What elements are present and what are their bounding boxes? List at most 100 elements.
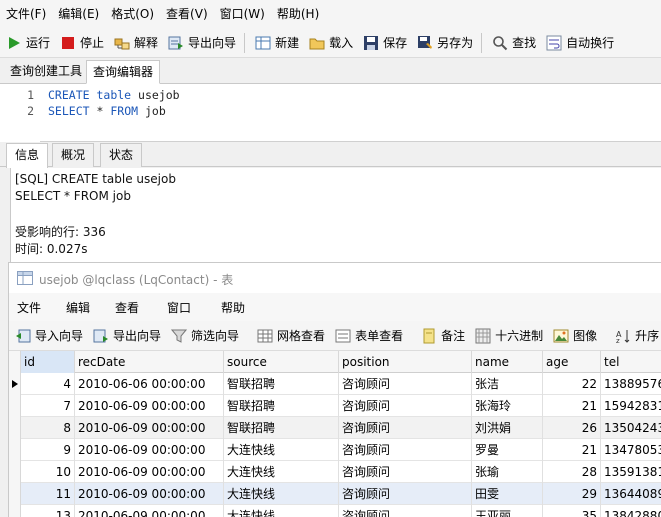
cell-id[interactable]: 10 bbox=[21, 461, 75, 483]
cell-source[interactable]: 智联招聘 bbox=[224, 417, 339, 439]
menu-window[interactable]: 窗口(W) bbox=[214, 0, 271, 28]
cell-tel[interactable]: 13889576 bbox=[601, 373, 661, 395]
column-header-id[interactable]: id bbox=[21, 351, 75, 373]
menu-help[interactable]: 帮助(H) bbox=[271, 0, 325, 28]
column-header-age[interactable]: age bbox=[543, 351, 601, 373]
cell-source[interactable]: 智联招聘 bbox=[224, 395, 339, 417]
column-header-name[interactable]: name bbox=[472, 351, 543, 373]
row-selector[interactable] bbox=[9, 439, 21, 461]
save-button[interactable]: 保存 bbox=[357, 31, 411, 55]
cell-source[interactable]: 大连快线 bbox=[224, 439, 339, 461]
sort-asc-button[interactable]: Az 升序 bbox=[609, 324, 661, 348]
cell-source[interactable]: 大连快线 bbox=[224, 505, 339, 517]
table-row[interactable]: 7 2010-06-09 00:00:00 智联招聘 咨询顾问 张海玲 21 1… bbox=[9, 395, 661, 417]
cell-name[interactable]: 王亚丽 bbox=[472, 505, 543, 517]
data-grid[interactable]: id recDate source position name age tel … bbox=[9, 351, 661, 517]
cell-id[interactable]: 9 bbox=[21, 439, 75, 461]
image-button[interactable]: 图像 bbox=[547, 324, 601, 348]
table-menu-help[interactable]: 帮助 bbox=[221, 299, 245, 316]
memo-button[interactable]: 备注 bbox=[415, 324, 469, 348]
cell-recdate[interactable]: 2010-06-09 00:00:00 bbox=[75, 395, 224, 417]
new-button[interactable]: 新建 bbox=[249, 31, 303, 55]
tab-overview[interactable]: 概况 bbox=[52, 143, 95, 167]
row-selector[interactable] bbox=[9, 373, 21, 395]
cell-source[interactable]: 智联招聘 bbox=[224, 373, 339, 395]
cell-name[interactable]: 田雯 bbox=[472, 483, 543, 505]
cell-age[interactable]: 35 bbox=[543, 505, 601, 517]
column-header-recdate[interactable]: recDate bbox=[75, 351, 224, 373]
tab-query-editor[interactable]: 查询编辑器 bbox=[86, 60, 161, 84]
tab-status[interactable]: 状态 bbox=[100, 143, 143, 167]
cell-id[interactable]: 11 bbox=[21, 483, 75, 505]
import-wizard-button[interactable]: 导入向导 bbox=[9, 324, 87, 348]
menu-file[interactable]: 文件(F) bbox=[0, 0, 52, 28]
row-selector[interactable] bbox=[9, 483, 21, 505]
table-menu-edit[interactable]: 编辑 bbox=[66, 299, 90, 316]
cell-age[interactable]: 21 bbox=[543, 439, 601, 461]
cell-tel[interactable]: 15942831 bbox=[601, 395, 661, 417]
word-wrap-button[interactable]: 自动换行 bbox=[540, 31, 618, 55]
tab-info[interactable]: 信息 bbox=[6, 143, 49, 168]
cell-tel[interactable]: 13478053 bbox=[601, 439, 661, 461]
cell-id[interactable]: 8 bbox=[21, 417, 75, 439]
cell-name[interactable]: 罗曼 bbox=[472, 439, 543, 461]
hex-button[interactable]: 十六进制 bbox=[469, 324, 547, 348]
cell-name[interactable]: 张海玲 bbox=[472, 395, 543, 417]
cell-tel[interactable]: 13842880 bbox=[601, 505, 661, 517]
cell-recdate[interactable]: 2010-06-09 00:00:00 bbox=[75, 483, 224, 505]
table-menu-file[interactable]: 文件 bbox=[17, 299, 41, 316]
filter-wizard-button[interactable]: 筛选向导 bbox=[165, 324, 243, 348]
explain-button[interactable]: 解释 bbox=[108, 31, 162, 55]
column-header-position[interactable]: position bbox=[339, 351, 472, 373]
table-row[interactable]: 13 2010-06-09 00:00:00 大连快线 咨询顾问 王亚丽 35 … bbox=[9, 505, 661, 517]
table-row[interactable]: 9 2010-06-09 00:00:00 大连快线 咨询顾问 罗曼 21 13… bbox=[9, 439, 661, 461]
grid-view-button[interactable]: 网格查看 bbox=[251, 324, 329, 348]
cell-tel[interactable]: 13644089 bbox=[601, 483, 661, 505]
sql-editor[interactable]: 1 2 CREATE table usejob SELECT * FROM jo… bbox=[0, 84, 661, 142]
cell-recdate[interactable]: 2010-06-06 00:00:00 bbox=[75, 373, 224, 395]
cell-tel[interactable]: 13504243 bbox=[601, 417, 661, 439]
cell-id[interactable]: 4 bbox=[21, 373, 75, 395]
table-menu-view[interactable]: 查看 bbox=[115, 299, 139, 316]
menu-format[interactable]: 格式(O) bbox=[105, 0, 160, 28]
load-button[interactable]: 载入 bbox=[303, 31, 357, 55]
cell-position[interactable]: 咨询顾问 bbox=[339, 373, 472, 395]
cell-recdate[interactable]: 2010-06-09 00:00:00 bbox=[75, 461, 224, 483]
row-selector[interactable] bbox=[9, 505, 21, 517]
table-row[interactable]: 11 2010-06-09 00:00:00 大连快线 咨询顾问 田雯 29 1… bbox=[9, 483, 661, 505]
cell-age[interactable]: 29 bbox=[543, 483, 601, 505]
cell-recdate[interactable]: 2010-06-09 00:00:00 bbox=[75, 439, 224, 461]
cell-id[interactable]: 13 bbox=[21, 505, 75, 517]
save-as-button[interactable]: 另存为 bbox=[411, 31, 477, 55]
cell-position[interactable]: 咨询顾问 bbox=[339, 439, 472, 461]
cell-source[interactable]: 大连快线 bbox=[224, 461, 339, 483]
cell-position[interactable]: 咨询顾问 bbox=[339, 461, 472, 483]
cell-id[interactable]: 7 bbox=[21, 395, 75, 417]
row-selector[interactable] bbox=[9, 417, 21, 439]
cell-age[interactable]: 26 bbox=[543, 417, 601, 439]
cell-age[interactable]: 28 bbox=[543, 461, 601, 483]
row-selector[interactable] bbox=[9, 395, 21, 417]
table-row[interactable]: 10 2010-06-09 00:00:00 大连快线 咨询顾问 张瑜 28 1… bbox=[9, 461, 661, 483]
cell-source[interactable]: 大连快线 bbox=[224, 483, 339, 505]
menu-edit[interactable]: 编辑(E) bbox=[52, 0, 105, 28]
table-row[interactable]: 4 2010-06-06 00:00:00 智联招聘 咨询顾问 张洁 22 13… bbox=[9, 373, 661, 395]
table-menu-window[interactable]: 窗口 bbox=[167, 299, 191, 316]
cell-age[interactable]: 22 bbox=[543, 373, 601, 395]
column-header-tel[interactable]: tel bbox=[601, 351, 661, 373]
find-button[interactable]: 查找 bbox=[486, 31, 540, 55]
cell-recdate[interactable]: 2010-06-09 00:00:00 bbox=[75, 417, 224, 439]
cell-tel[interactable]: 13591381 bbox=[601, 461, 661, 483]
table-row[interactable]: 8 2010-06-09 00:00:00 智联招聘 咨询顾问 刘洪娟 26 1… bbox=[9, 417, 661, 439]
tab-query-builder[interactable]: 查询创建工具 bbox=[4, 60, 88, 84]
column-header-source[interactable]: source bbox=[224, 351, 339, 373]
stop-button[interactable]: 停止 bbox=[54, 31, 108, 55]
cell-position[interactable]: 咨询顾问 bbox=[339, 395, 472, 417]
cell-name[interactable]: 张瑜 bbox=[472, 461, 543, 483]
cell-position[interactable]: 咨询顾问 bbox=[339, 417, 472, 439]
export-wizard-button[interactable]: 导出向导 bbox=[162, 31, 240, 55]
cell-recdate[interactable]: 2010-06-09 00:00:00 bbox=[75, 505, 224, 517]
row-selector[interactable] bbox=[9, 461, 21, 483]
menu-view[interactable]: 查看(V) bbox=[160, 0, 214, 28]
cell-position[interactable]: 咨询顾问 bbox=[339, 483, 472, 505]
